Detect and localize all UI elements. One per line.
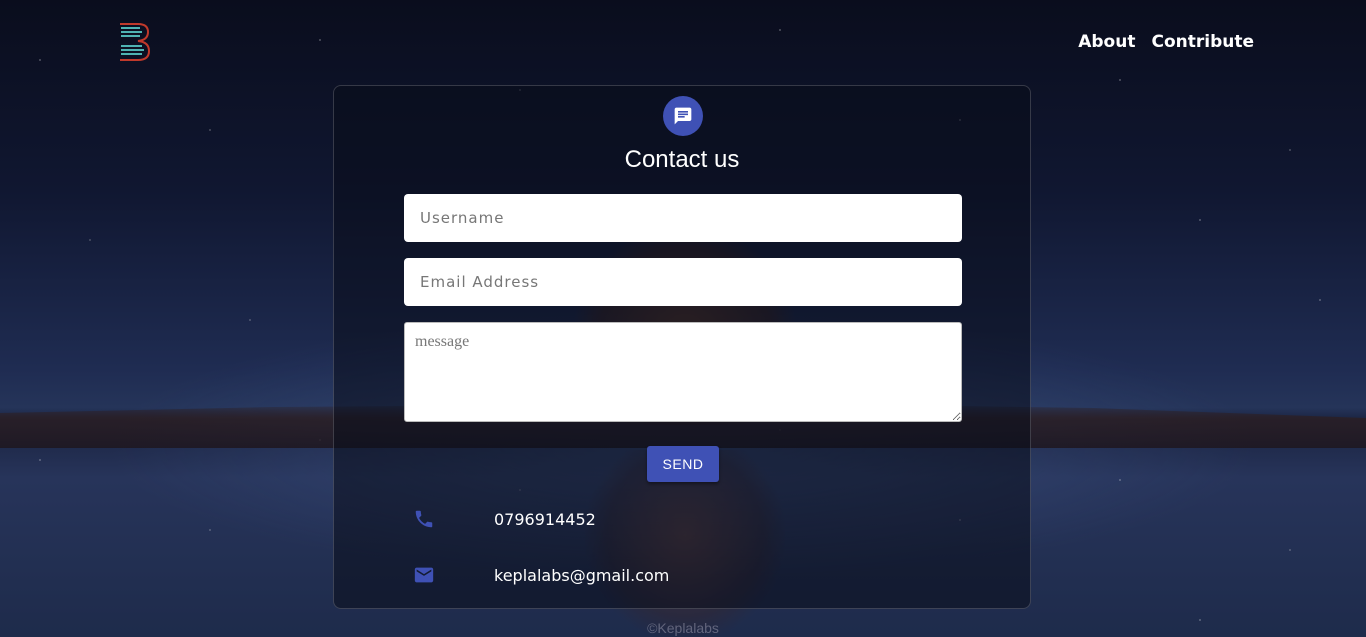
message-textarea[interactable] [404,322,962,422]
footer-copyright: ©Keplalabs [647,620,719,636]
contact-card: Contact us SEND 0796914452 keplalabs@gma… [333,85,1031,609]
email-row: keplalabs@gmail.com [412,563,669,587]
phone-number: 0796914452 [494,509,596,529]
email-address: keplalabs@gmail.com [494,565,670,585]
nav-contribute-link[interactable]: Contribute [1151,32,1254,52]
nav-about-link[interactable]: About [1078,32,1135,52]
chat-icon [663,96,703,136]
phone-icon [412,507,436,531]
contact-page: { "nav": { "about": "About", "contribute… [0,0,1366,637]
username-input[interactable] [404,194,962,242]
contact-title: Contact us [624,146,740,173]
phone-row: 0796914452 [412,507,596,531]
email-input[interactable] [404,258,962,306]
mail-icon [412,563,436,587]
logo-icon[interactable] [118,22,151,62]
send-button[interactable]: SEND [647,446,719,482]
top-nav: About Contribute [1078,32,1254,52]
